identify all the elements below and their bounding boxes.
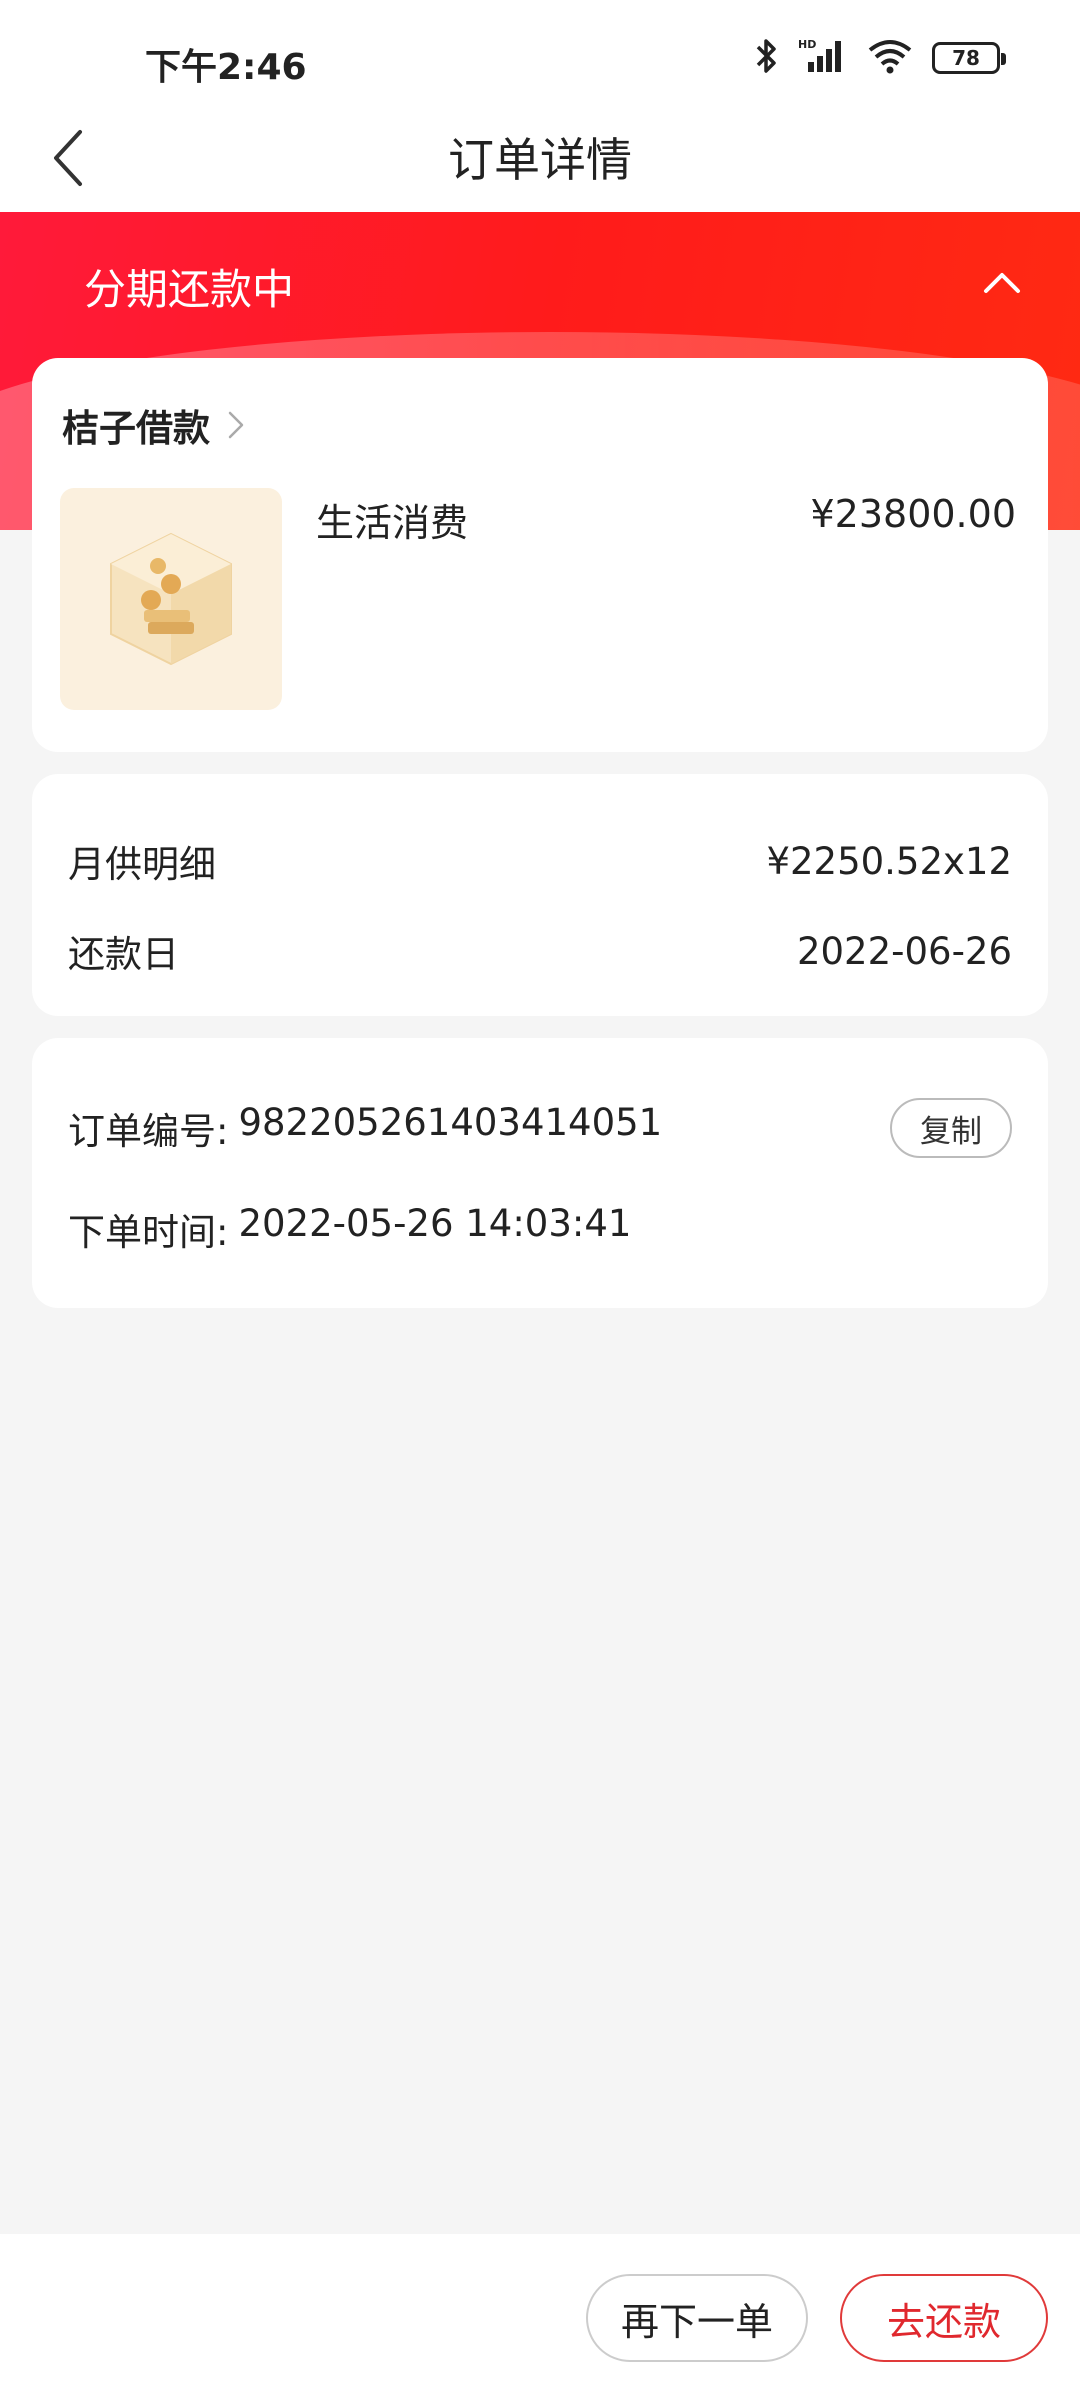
battery-icon: 78 xyxy=(932,42,1006,74)
nav-header: 订单详情 xyxy=(0,100,1080,212)
order-number-value: 982205261403414051 xyxy=(238,1101,663,1144)
order-time: 下单时间: 2022-05-26 14:03:41 xyxy=(68,1202,631,1256)
monthly-payment-row: 月供明细 ¥2250.52x12 xyxy=(68,834,1012,888)
merchant-link[interactable]: 桔子借款 xyxy=(62,398,244,452)
coin-box-icon xyxy=(110,532,232,666)
order-info-card: 订单编号: 982205261403414051 复制 下单时间: 2022-0… xyxy=(32,1038,1048,1308)
order-status-label: 分期还款中 xyxy=(84,265,295,314)
due-date-row: 还款日 2022-06-26 xyxy=(68,924,1012,978)
product-card: 桔子借款 生活消费 ¥23800.00 xyxy=(32,358,1048,752)
order-time-row: 下单时间: 2022-05-26 14:03:41 xyxy=(68,1202,1012,1256)
wifi-icon xyxy=(866,36,914,80)
repayment-schedule-card: 月供明细 ¥2250.52x12 还款日 2022-06-26 xyxy=(32,774,1048,1016)
hd-signal-icon: HD xyxy=(798,36,848,80)
due-date-label: 还款日 xyxy=(68,933,179,976)
battery-level: 78 xyxy=(952,46,980,70)
collapse-toggle[interactable] xyxy=(972,252,1032,312)
copy-button[interactable]: 复制 xyxy=(890,1098,1012,1158)
merchant-name: 桔子借款 xyxy=(62,407,210,450)
page-title: 订单详情 xyxy=(448,133,632,187)
chevron-up-icon xyxy=(984,273,1020,293)
reorder-button[interactable]: 再下一单 xyxy=(586,2274,808,2362)
bottom-action-bar: 再下一单 去还款 xyxy=(0,2234,1080,2400)
product-price: ¥23800.00 xyxy=(810,492,1017,536)
monthly-payment-value: ¥2250.52x12 xyxy=(766,839,1012,883)
order-time-value: 2022-05-26 14:03:41 xyxy=(238,1202,632,1245)
order-number: 订单编号: 982205261403414051 xyxy=(68,1101,662,1155)
chevron-right-icon xyxy=(228,411,244,439)
bluetooth-icon xyxy=(754,36,780,80)
order-time-label: 下单时间: xyxy=(68,1211,229,1254)
product-image xyxy=(60,488,282,710)
due-date-value: 2022-06-26 xyxy=(796,929,1012,973)
svg-text:HD: HD xyxy=(798,38,816,51)
status-time: 下午2:46 xyxy=(145,47,307,88)
repay-button[interactable]: 去还款 xyxy=(840,2274,1048,2362)
order-number-row: 订单编号: 982205261403414051 复制 xyxy=(68,1098,1012,1158)
monthly-payment-label: 月供明细 xyxy=(68,843,216,886)
product-name: 生活消费 xyxy=(316,501,469,545)
status-icons: HD 78 xyxy=(754,36,1006,80)
order-number-label: 订单编号: xyxy=(68,1110,229,1153)
